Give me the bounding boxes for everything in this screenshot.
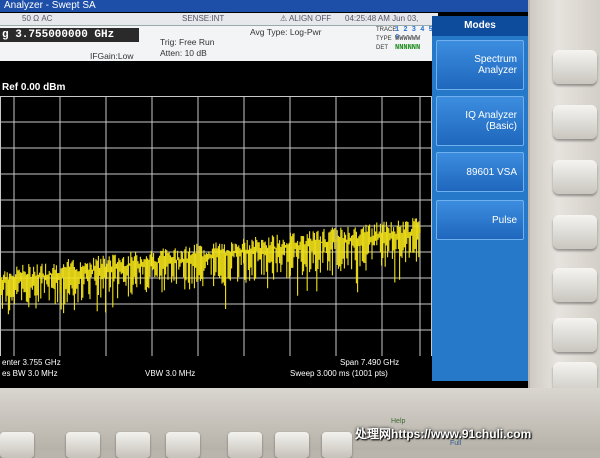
vbw-readout: VBW 3.0 MHz <box>145 369 196 378</box>
sense-status: SENSE:INT <box>182 14 225 23</box>
trace-row-label: TRACE <box>376 27 397 33</box>
coupling-status: 50 Ω AC <box>22 14 53 23</box>
ref-level: Ref 0.00 dBm <box>2 82 66 93</box>
graticule <box>0 96 432 358</box>
help-key-label: Help <box>391 418 406 425</box>
front-key-6[interactable] <box>322 432 352 458</box>
trigger-label: Trig: Free Run <box>160 37 215 47</box>
trace-path <box>0 218 421 315</box>
attenuation-label: Atten: 10 dB <box>160 48 207 58</box>
analyzer-screen: Analyzer - Swept SA 50 Ω AC SENSE:INT ⚠ … <box>0 0 528 390</box>
align-status: ⚠ ALIGN OFF <box>280 14 332 23</box>
softkey-menu-title: Modes <box>432 16 528 36</box>
softkey-89601-vsa[interactable]: 89601 VSA <box>436 152 524 192</box>
center-frequency-field[interactable]: g 3.755000000 GHz <box>0 28 139 42</box>
hardware-softkey-6[interactable] <box>553 318 597 352</box>
power-key[interactable] <box>0 432 34 458</box>
measurement-info: g 3.755000000 GHz IFGain:Low Trig: Free … <box>0 26 438 61</box>
softkey-pulse[interactable]: Pulse <box>436 200 524 240</box>
grid-lines <box>0 96 432 358</box>
front-key-2[interactable] <box>116 432 150 458</box>
window-title: Analyzer - Swept SA <box>4 0 96 11</box>
hardware-softkey-2[interactable] <box>553 105 597 139</box>
span-readout: Span 7.490 GHz <box>340 358 400 367</box>
det-row-label: DET <box>376 45 388 51</box>
softkey-iq-analyzer[interactable]: IQ Analyzer (Basic) <box>436 96 524 146</box>
center-readout: enter 3.755 GHz <box>2 358 61 367</box>
front-key-4[interactable] <box>228 432 262 458</box>
window-title-bar: Analyzer - Swept SA <box>0 0 528 12</box>
type-row-label: TYPE <box>376 36 392 42</box>
front-key-5[interactable] <box>275 432 309 458</box>
plot-footer: enter 3.755 GHz es BW 3.0 MHz VBW 3.0 MH… <box>0 356 432 380</box>
type-values: WWWWWW <box>395 35 421 43</box>
avg-type-label: Avg Type: Log-Pwr <box>250 27 322 37</box>
hardware-softkey-5[interactable] <box>553 268 597 302</box>
hardware-softkey-1[interactable] <box>553 50 597 84</box>
trace-indicator: TRACE 1 2 3 4 5 6 TYPE WWWWWW DET NNNNNN <box>376 26 436 56</box>
status-strip: 50 Ω AC SENSE:INT ⚠ ALIGN OFF 04:25:48 A… <box>0 13 438 35</box>
sweep-readout: Sweep 3.000 ms (1001 pts) <box>290 369 388 378</box>
spectrum-trace <box>0 218 421 315</box>
res-bw-readout: es BW 3.0 MHz <box>2 369 58 378</box>
if-gain-label: IFGain:Low <box>90 51 134 61</box>
det-values: NNNNNN <box>395 44 421 52</box>
front-key-3[interactable] <box>166 432 200 458</box>
hardware-softkey-4[interactable] <box>553 215 597 249</box>
front-key-1[interactable] <box>66 432 100 458</box>
softkey-spectrum-analyzer[interactable]: Spectrum Analyzer <box>436 40 524 90</box>
watermark-text: 处理网https://www.91chuli.com <box>355 427 532 441</box>
hardware-softkey-3[interactable] <box>553 160 597 194</box>
